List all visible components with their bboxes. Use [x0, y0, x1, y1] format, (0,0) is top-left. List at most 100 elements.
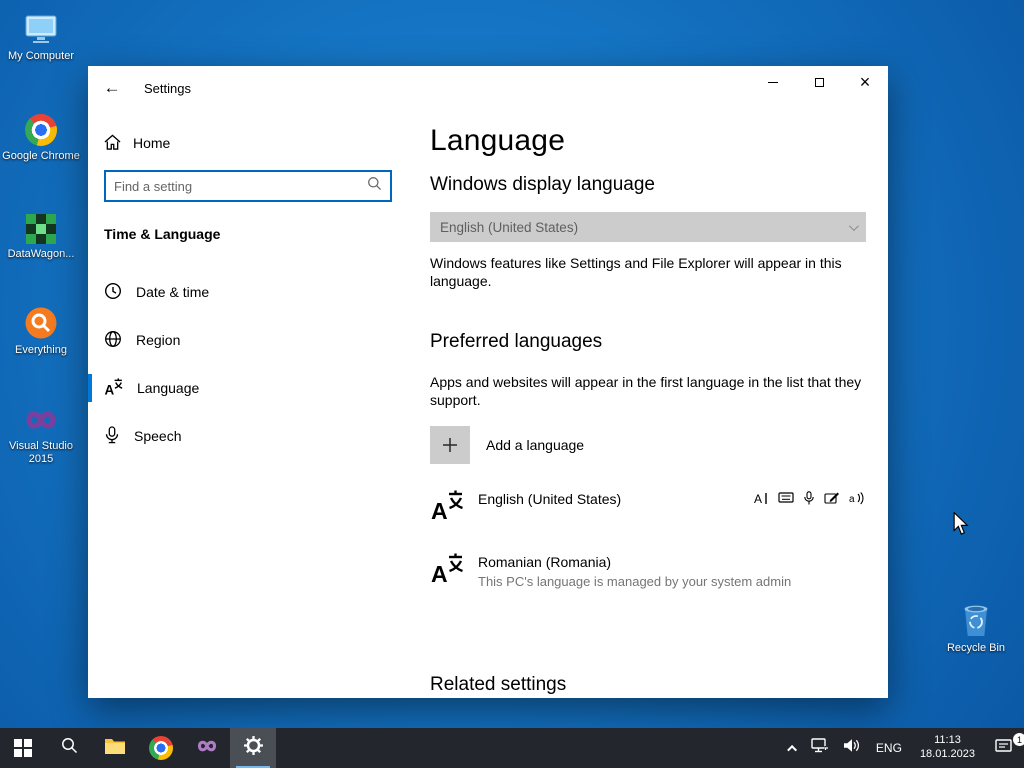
- svg-text:A: A: [105, 382, 115, 396]
- system-tray: ENG 11:13 18.01.2023 1: [783, 728, 1024, 768]
- sidebar-item-label: Date & time: [136, 284, 210, 300]
- search-box[interactable]: [104, 170, 392, 202]
- desktop-icon-label: Recycle Bin: [946, 642, 1006, 654]
- typing-icon: A: [754, 491, 769, 511]
- window-title: Settings: [144, 80, 191, 96]
- svg-text:A: A: [431, 498, 448, 522]
- language-glyph-icon: A: [430, 551, 464, 590]
- desktop-icon-visual-studio[interactable]: Visual Studio 2015: [2, 398, 80, 466]
- taskbar-settings-button[interactable]: [230, 728, 276, 768]
- search-input[interactable]: [114, 178, 367, 194]
- gear-icon: [243, 735, 264, 761]
- minimize-icon: [768, 81, 778, 83]
- desktop-icon-label: Visual Studio 2015: [8, 440, 73, 466]
- action-center-button[interactable]: 1: [984, 728, 1024, 768]
- chrome-icon: [149, 736, 173, 760]
- sidebar-item-date-time[interactable]: Date & time: [88, 268, 408, 316]
- microphone-icon: [104, 425, 120, 447]
- microphone-icon: [803, 491, 815, 511]
- taskbar-chrome-button[interactable]: [138, 728, 184, 768]
- taskbar-visual-studio-button[interactable]: [184, 728, 230, 768]
- sidebar-item-label: Speech: [134, 428, 182, 444]
- tray-show-hidden-icons-button[interactable]: [783, 728, 804, 768]
- back-arrow-icon: ←: [103, 78, 121, 97]
- sidebar-item-label: Language: [137, 380, 200, 396]
- taskbar-search-button[interactable]: [46, 728, 92, 768]
- visual-studio-icon: [2, 398, 80, 436]
- mouse-cursor: [953, 511, 969, 541]
- start-button[interactable]: [0, 728, 46, 768]
- display-language-description: Windows features like Settings and File …: [430, 255, 842, 290]
- language-glyph-icon: A: [430, 488, 464, 527]
- clock-icon: [104, 282, 122, 303]
- close-button[interactable]: ×: [842, 66, 888, 98]
- globe-icon: [104, 330, 122, 351]
- desktop-icon-my-computer[interactable]: My Computer: [2, 8, 80, 63]
- desktop-icon-label: Everything: [15, 344, 67, 356]
- sidebar-item-region[interactable]: Region: [88, 316, 408, 364]
- search-icon: [61, 737, 78, 759]
- back-button[interactable]: ←: [88, 72, 136, 104]
- preferred-languages-heading: Preferred languages: [430, 330, 603, 352]
- add-language-button[interactable]: Add a language: [430, 425, 866, 464]
- handwriting-icon: [824, 491, 840, 511]
- svg-text:A: A: [754, 492, 762, 506]
- notification-badge: 1: [1013, 733, 1024, 746]
- windows-logo-icon: [14, 739, 32, 757]
- settings-window: ← Settings × Home Time & Language: [88, 66, 888, 698]
- tray-time: 11:13: [934, 734, 961, 747]
- tray-network-button[interactable]: [804, 728, 836, 768]
- folder-icon: [104, 737, 126, 760]
- svg-text:A: A: [431, 561, 448, 585]
- display-language-value: English (United States): [440, 219, 579, 235]
- language-name: English (United States): [478, 490, 622, 507]
- desktop-icon-label: DataWagon...: [7, 248, 75, 260]
- maximize-icon: [814, 77, 824, 87]
- keyboard-icon: [778, 491, 794, 511]
- language-admin-note: This PC's language is managed by your sy…: [478, 573, 792, 589]
- add-language-label: Add a language: [486, 436, 585, 453]
- everything-icon: [2, 302, 80, 340]
- desktop-icon-google-chrome[interactable]: Google Chrome: [2, 108, 80, 163]
- tray-date: 18.01.2023: [919, 748, 975, 760]
- language-list-item-english[interactable]: A English (United States) A a: [430, 488, 866, 527]
- tray-volume-button[interactable]: [836, 728, 867, 768]
- taskbar: ENG 11:13 18.01.2023 1: [0, 728, 1024, 768]
- file-explorer-button[interactable]: [92, 728, 138, 768]
- desktop-icon-label: My Computer: [7, 50, 75, 62]
- notification-icon: [995, 738, 1013, 759]
- maximize-button[interactable]: [796, 66, 842, 98]
- sidebar-item-speech[interactable]: Speech: [88, 412, 408, 460]
- desktop-icon-everything[interactable]: Everything: [2, 302, 80, 357]
- tray-clock[interactable]: 11:13 18.01.2023: [911, 728, 984, 768]
- chevron-up-icon: [787, 744, 797, 755]
- desktop-icon-label: Google Chrome: [2, 150, 80, 162]
- close-icon: ×: [859, 71, 871, 92]
- datawagon-icon: [2, 206, 80, 244]
- language-list-item-romanian[interactable]: A Romanian (Romania) This PC's language …: [430, 551, 866, 590]
- visual-studio-icon: [194, 736, 220, 761]
- language-name: Romanian (Romania): [478, 553, 612, 570]
- tray-language-indicator[interactable]: ENG: [867, 728, 911, 768]
- desktop-icon-datawagon[interactable]: DataWagon...: [2, 206, 80, 261]
- sidebar-home-label: Home: [133, 135, 171, 151]
- chevron-down-icon: [848, 220, 859, 231]
- titlebar: ← Settings ×: [88, 66, 888, 110]
- minimize-button[interactable]: [750, 66, 796, 98]
- settings-sidebar: Home Time & Language Date & time: [88, 110, 408, 698]
- recycle-bin-icon: [937, 594, 1015, 638]
- chrome-icon: [2, 108, 80, 146]
- my-computer-icon: [2, 8, 80, 46]
- sidebar-item-home[interactable]: Home: [104, 126, 408, 160]
- display-language-heading: Windows display language: [430, 174, 655, 195]
- plus-icon: [430, 425, 470, 464]
- search-icon: [367, 176, 382, 196]
- display-language-dropdown[interactable]: English (United States): [430, 212, 866, 242]
- page-title: Language: [430, 124, 566, 157]
- preferred-languages-description: Apps and websites will appear in the fir…: [430, 373, 862, 409]
- desktop-icon-recycle-bin[interactable]: Recycle Bin: [937, 594, 1015, 655]
- language-settings-panel: Language Windows display language Englis…: [408, 110, 888, 698]
- speech-icon: a: [849, 491, 864, 511]
- sidebar-item-language[interactable]: A Language: [88, 364, 408, 412]
- language-icon: A: [104, 377, 123, 399]
